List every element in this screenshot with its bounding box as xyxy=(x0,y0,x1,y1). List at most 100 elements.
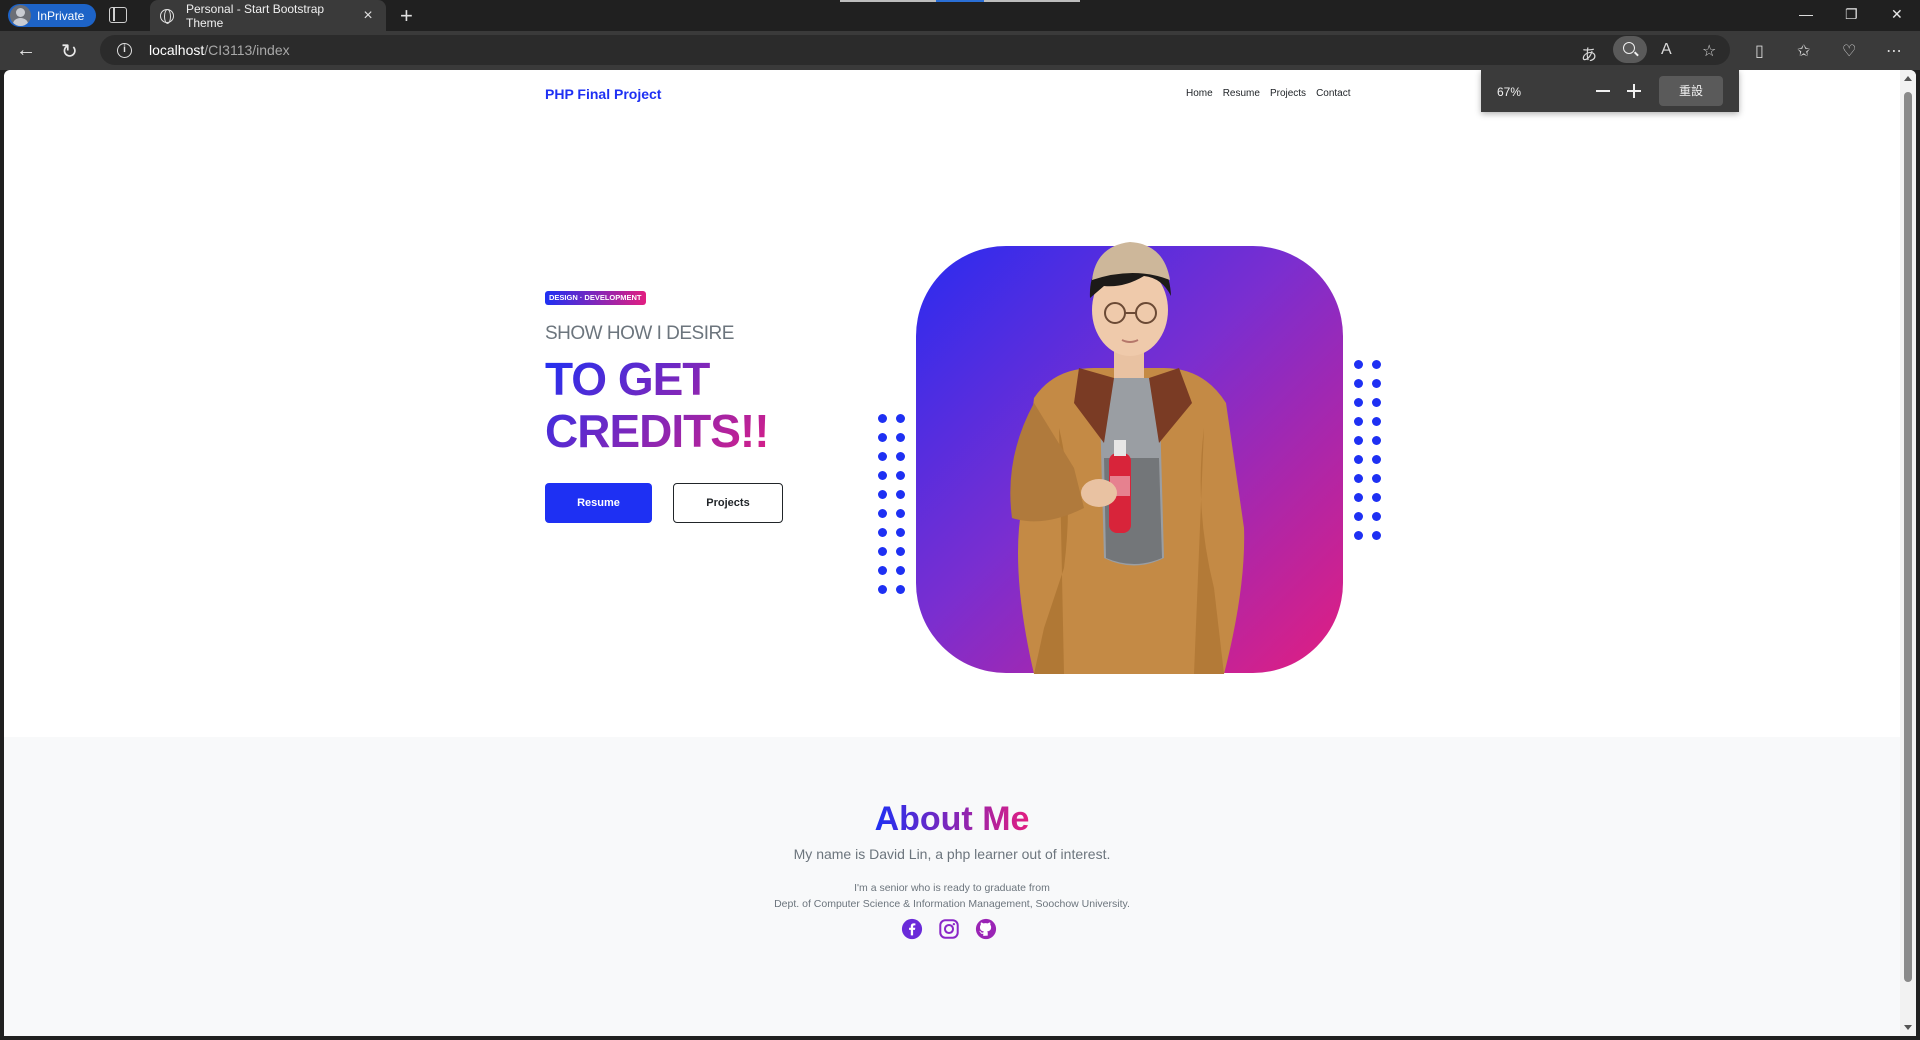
refresh-icon[interactable]: ↻ xyxy=(61,39,78,64)
site-brand[interactable]: PHP Final Project xyxy=(545,86,661,102)
translate-icon[interactable]: あ xyxy=(1581,41,1597,65)
decorative-dot xyxy=(1354,455,1363,464)
decorative-dot xyxy=(878,490,887,499)
decorative-dot xyxy=(1372,436,1381,445)
decorative-dot xyxy=(1354,436,1363,445)
decorative-dot xyxy=(1354,379,1363,388)
decorative-dot xyxy=(896,509,905,518)
decorative-dot xyxy=(896,490,905,499)
decorative-dot xyxy=(1372,379,1381,388)
decorative-dot xyxy=(1372,417,1381,426)
hero-subtitle: SHOW HOW I DESIRE xyxy=(545,323,734,344)
zoom-percent: 67% xyxy=(1497,85,1522,99)
hero-badge: DESIGN · DEVELOPMENT xyxy=(545,291,646,305)
browser-titlebar: InPrivate Personal - Start Bootstrap The… xyxy=(0,0,1920,31)
back-icon[interactable]: ← xyxy=(16,39,36,62)
nav-projects[interactable]: Projects xyxy=(1269,88,1307,99)
new-tab-icon[interactable]: + xyxy=(400,3,413,29)
profile-photo xyxy=(1010,242,1245,674)
favorites-icon[interactable]: ✩ xyxy=(1797,41,1810,61)
browser-essentials-icon[interactable]: ♡ xyxy=(1842,41,1856,61)
decorative-dot xyxy=(1354,360,1363,369)
zoom-icon[interactable] xyxy=(1613,36,1647,63)
globe-icon xyxy=(160,8,174,24)
decorative-dot xyxy=(878,585,887,594)
decorative-dot xyxy=(1372,512,1381,521)
decorative-dot xyxy=(878,547,887,556)
about-line1: I'm a senior who is ready to graduate fr… xyxy=(854,882,1050,894)
profile-avatar-icon xyxy=(10,5,31,26)
decorative-dot xyxy=(896,452,905,461)
more-options-icon[interactable]: ⋯ xyxy=(1886,41,1902,61)
zoom-reset-button[interactable]: 重設 xyxy=(1659,76,1723,106)
tab-actions-icon[interactable] xyxy=(109,7,127,23)
decorative-dot xyxy=(878,452,887,461)
decorative-dot xyxy=(896,547,905,556)
url-host: localhost xyxy=(149,42,205,58)
decorative-dot xyxy=(878,509,887,518)
favorite-star-icon[interactable]: ☆ xyxy=(1702,41,1716,61)
decorative-dot xyxy=(1372,455,1381,464)
scrollbar-thumb[interactable] xyxy=(1904,92,1912,982)
scroll-up-icon[interactable] xyxy=(1904,76,1912,81)
decorative-dot xyxy=(896,414,905,423)
decorative-dot xyxy=(1354,493,1363,502)
facebook-icon[interactable] xyxy=(901,918,923,940)
inprivate-badge[interactable]: InPrivate xyxy=(8,4,96,27)
hero-title-line2: CREDITS!! xyxy=(545,405,769,457)
decorative-dot xyxy=(878,471,887,480)
site-nav: Home Resume Projects Contact xyxy=(1185,88,1352,99)
browser-tab-active[interactable]: Personal - Start Bootstrap Theme × xyxy=(150,0,386,31)
restore-icon[interactable]: ❐ xyxy=(1845,6,1858,23)
decorative-dot xyxy=(1354,474,1363,483)
decorative-dot xyxy=(896,471,905,480)
page-scrollbar[interactable] xyxy=(1900,70,1916,1036)
decorative-dot xyxy=(1372,398,1381,407)
close-tab-icon[interactable]: × xyxy=(356,7,380,25)
decorative-dot xyxy=(878,414,887,423)
decorative-dot xyxy=(1372,360,1381,369)
about-text: I'm a senior who is ready to graduate fr… xyxy=(4,880,1900,912)
social-links xyxy=(901,918,997,940)
about-lead: My name is David Lin, a php learner out … xyxy=(793,846,1111,862)
decorative-dot xyxy=(878,566,887,575)
hero-title-line1: TO GET xyxy=(545,353,710,405)
scroll-down-icon[interactable] xyxy=(1904,1025,1912,1030)
decorative-dot xyxy=(896,528,905,537)
decorative-dot xyxy=(1372,531,1381,540)
github-icon[interactable] xyxy=(975,918,997,940)
decorative-dot xyxy=(896,566,905,575)
about-title-text: About Me xyxy=(874,800,1030,838)
decorative-dot xyxy=(1354,531,1363,540)
decorative-dot xyxy=(1354,512,1363,521)
split-screen-icon[interactable]: ▯ xyxy=(1755,41,1764,61)
minimize-icon[interactable]: — xyxy=(1799,6,1813,22)
nav-home[interactable]: Home xyxy=(1185,88,1214,99)
about-title: About Me xyxy=(4,800,1900,839)
decorative-dot xyxy=(1354,398,1363,407)
decorative-dot xyxy=(896,585,905,594)
zoom-popup: 67% 重設 xyxy=(1481,70,1739,112)
decorative-dot xyxy=(1372,474,1381,483)
url-text: localhost/CI3113/index xyxy=(149,42,290,58)
about-line2: Dept. of Computer Science & Information … xyxy=(774,898,1130,910)
loading-indicator xyxy=(840,0,1080,2)
decorative-dot xyxy=(896,433,905,442)
decorative-dot xyxy=(1354,417,1363,426)
address-bar[interactable]: i localhost/CI3113/index xyxy=(100,35,1730,65)
close-window-icon[interactable]: ✕ xyxy=(1891,6,1903,23)
projects-button[interactable]: Projects xyxy=(673,483,783,523)
site-info-icon[interactable]: i xyxy=(117,43,132,58)
read-aloud-icon[interactable]: A xyxy=(1661,41,1672,59)
nav-contact[interactable]: Contact xyxy=(1315,88,1351,99)
url-path: /CI3113/index xyxy=(204,42,290,58)
inprivate-label: InPrivate xyxy=(37,8,85,23)
zoom-out-icon[interactable] xyxy=(1596,90,1610,92)
instagram-icon[interactable] xyxy=(938,918,960,940)
decorative-dot xyxy=(878,433,887,442)
nav-resume[interactable]: Resume xyxy=(1222,88,1261,99)
decorative-dot xyxy=(1372,493,1381,502)
tab-title: Personal - Start Bootstrap Theme xyxy=(186,1,325,30)
decorative-dot xyxy=(878,528,887,537)
resume-button[interactable]: Resume xyxy=(545,483,652,523)
